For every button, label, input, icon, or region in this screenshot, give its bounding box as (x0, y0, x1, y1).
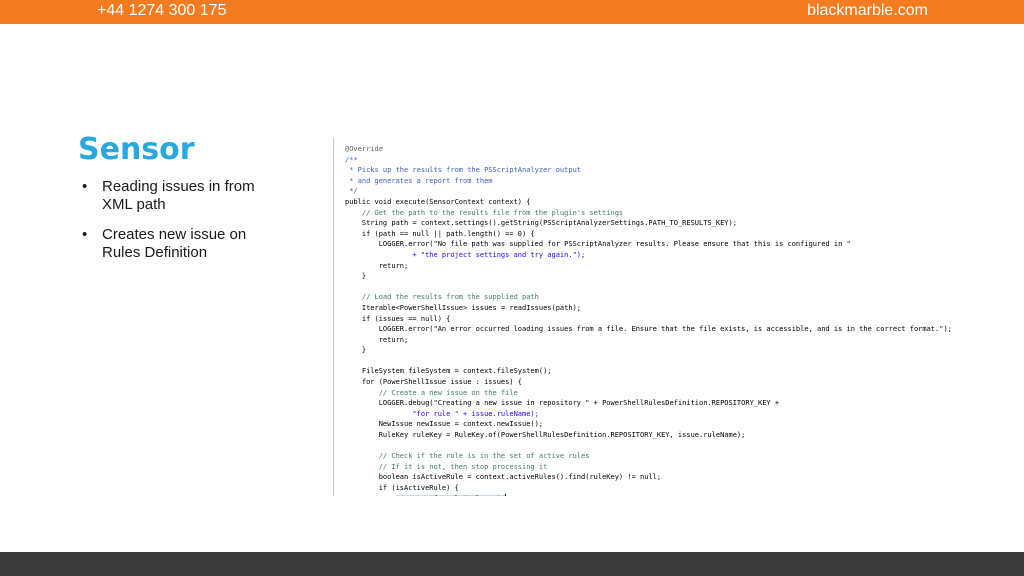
code-line: * Picks up the results from the PSScript… (345, 166, 582, 175)
selected-code: newIssue.forRule(ruleKey); (395, 494, 506, 496)
code-line: if (isActiveRule) { (345, 484, 459, 492)
code-line: } (345, 272, 367, 281)
code-line: @Override (345, 145, 383, 153)
text-cursor (505, 494, 507, 496)
code-line: String path = context.settings().getStri… (345, 219, 737, 228)
code-line: "for rule " + issue.ruleName); (345, 409, 539, 418)
code-line: // Load the results from the supplied pa… (345, 293, 539, 302)
code-line: // Check if the rule is in the set of ac… (345, 452, 590, 461)
code-line: /** (345, 155, 358, 164)
code-line: return; (345, 261, 409, 270)
code-line: return; (345, 335, 409, 344)
code-line: RuleKey ruleKey = RuleKey.of(PowerShellR… (345, 431, 746, 440)
bullet-dot-icon: • (82, 178, 88, 195)
code-line: boolean isActiveRule = context.activeRul… (345, 473, 662, 482)
website-link[interactable]: blackmarble.com (807, 2, 928, 20)
bullet-text: Creates new issue on Rules Definition (102, 226, 247, 261)
code-line: // If it is not, then stop processing it (345, 462, 548, 471)
bullet-item: • Creates new issue on Rules Definition (80, 226, 280, 262)
code-line: FileSystem fileSystem = context.fileSyst… (345, 367, 552, 376)
code-screenshot: @Override /** * Picks up the results from… (333, 138, 956, 496)
code-line: + "the project settings and try again.")… (345, 250, 586, 259)
code-line: // Create a new issue on the file (345, 388, 518, 397)
code-line: LOGGER.error("An error occurred loading … (345, 325, 952, 334)
code-line: LOGGER.error("No file path was supplied … (345, 240, 851, 249)
slide-title: Sensor (78, 132, 195, 167)
bullet-text: Reading issues in from XML path (102, 178, 255, 213)
top-contact-bar: +44 1274 300 175 blackmarble.com (0, 0, 1024, 24)
code-line: */ (345, 187, 358, 196)
code-line: for (PowerShellIssue issue : issues) { (345, 378, 523, 387)
code-line: * and generates a report from them (345, 176, 493, 185)
code-line: if (path == null || path.length() == 0) … (345, 229, 535, 238)
phone-number: +44 1274 300 175 (97, 2, 227, 19)
code-line: public void execute(SensorContext contex… (345, 197, 531, 206)
code-line: // Get the path to the results file from… (345, 208, 624, 217)
code-line: Iterable<PowerShellIssue> issues = readI… (345, 303, 582, 312)
editor-gutter-line (333, 138, 334, 496)
code-line: NewIssue newIssue = context.newIssue(); (345, 420, 544, 429)
code-block: @Override /** * Picks up the results from… (345, 144, 952, 496)
bullet-list: • Reading issues in from XML path • Create… (80, 178, 280, 274)
code-line: LOGGER.debug("Creating a new issue in re… (345, 399, 780, 408)
footer-bar (0, 552, 1024, 576)
code-line: } (345, 346, 367, 355)
bullet-item: • Reading issues in from XML path (80, 178, 280, 214)
code-line: if (issues == null) { (345, 314, 451, 323)
code-line: newIssue.forRule(ruleKey); (345, 494, 952, 496)
bullet-dot-icon: • (82, 226, 88, 243)
